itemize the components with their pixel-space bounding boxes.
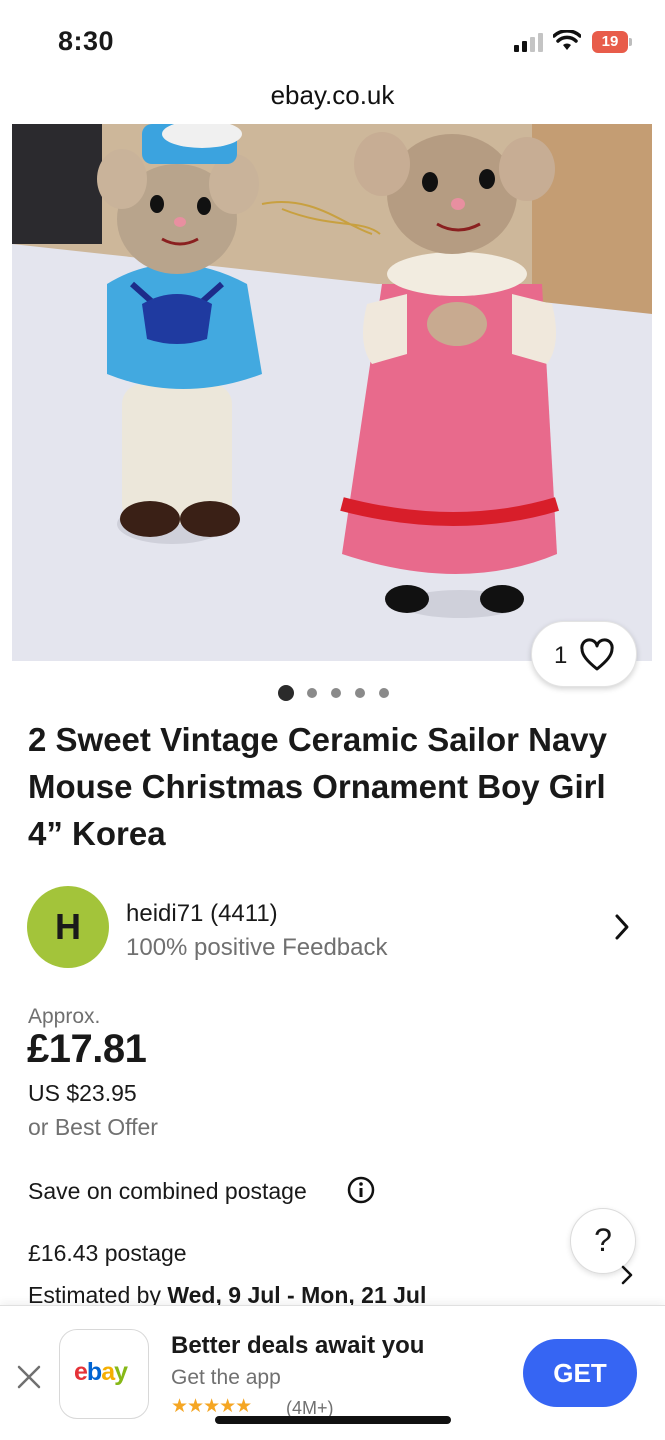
- banner-subtitle: Get the app: [171, 1366, 281, 1389]
- info-icon[interactable]: [347, 1176, 375, 1204]
- price-gbp: £17.81: [27, 1027, 147, 1071]
- browser-url-bar[interactable]: ebay.co.uk: [0, 80, 665, 124]
- watch-count: 1: [554, 642, 568, 669]
- seller-avatar: H: [27, 886, 109, 968]
- battery-icon: 19: [592, 31, 632, 53]
- product-image[interactable]: [12, 124, 652, 661]
- price-usd: US $23.95: [28, 1080, 137, 1106]
- get-app-button[interactable]: GET: [523, 1339, 637, 1407]
- wifi-icon: [553, 30, 581, 50]
- pagination-dot[interactable]: [331, 688, 341, 698]
- best-offer-label: or Best Offer: [28, 1114, 158, 1140]
- status-time: 8:30: [58, 26, 115, 56]
- cellular-signal-icon: [514, 33, 543, 52]
- banner-headline: Better deals await you: [171, 1332, 425, 1359]
- ebay-logo: ebay: [74, 1358, 128, 1386]
- pagination-dot[interactable]: [355, 688, 365, 698]
- star-rating: ★★★★★: [171, 1396, 252, 1417]
- postage-cost: £16.43 postage: [28, 1240, 187, 1266]
- pagination-dot[interactable]: [278, 685, 294, 701]
- status-bar: 8:30 19: [0, 0, 665, 80]
- chevron-right-icon: [615, 914, 629, 940]
- seller-name: heidi71 (4411): [126, 900, 278, 927]
- battery-level: 19: [592, 31, 628, 53]
- seller-feedback: 100% positive Feedback: [126, 934, 388, 961]
- pagination-dot[interactable]: [379, 688, 389, 698]
- url-text: ebay.co.uk: [270, 80, 395, 110]
- heart-icon: [580, 638, 614, 671]
- combined-postage-label: Save on combined postage: [28, 1178, 307, 1204]
- close-icon[interactable]: [16, 1364, 42, 1390]
- pagination-dot[interactable]: [307, 688, 317, 698]
- home-indicator[interactable]: [215, 1416, 451, 1424]
- seller-row[interactable]: H heidi71 (4411) 100% positive Feedback: [0, 880, 665, 980]
- app-icon[interactable]: ebay: [59, 1329, 149, 1419]
- chevron-right-icon[interactable]: [620, 1264, 634, 1286]
- price-approx-label: Approx.: [28, 1005, 101, 1028]
- watchlist-button[interactable]: 1: [531, 621, 637, 687]
- listing-title: 2 Sweet Vintage Ceramic Sailor Navy Mous…: [28, 721, 607, 852]
- product-photo-illustration: [12, 124, 652, 661]
